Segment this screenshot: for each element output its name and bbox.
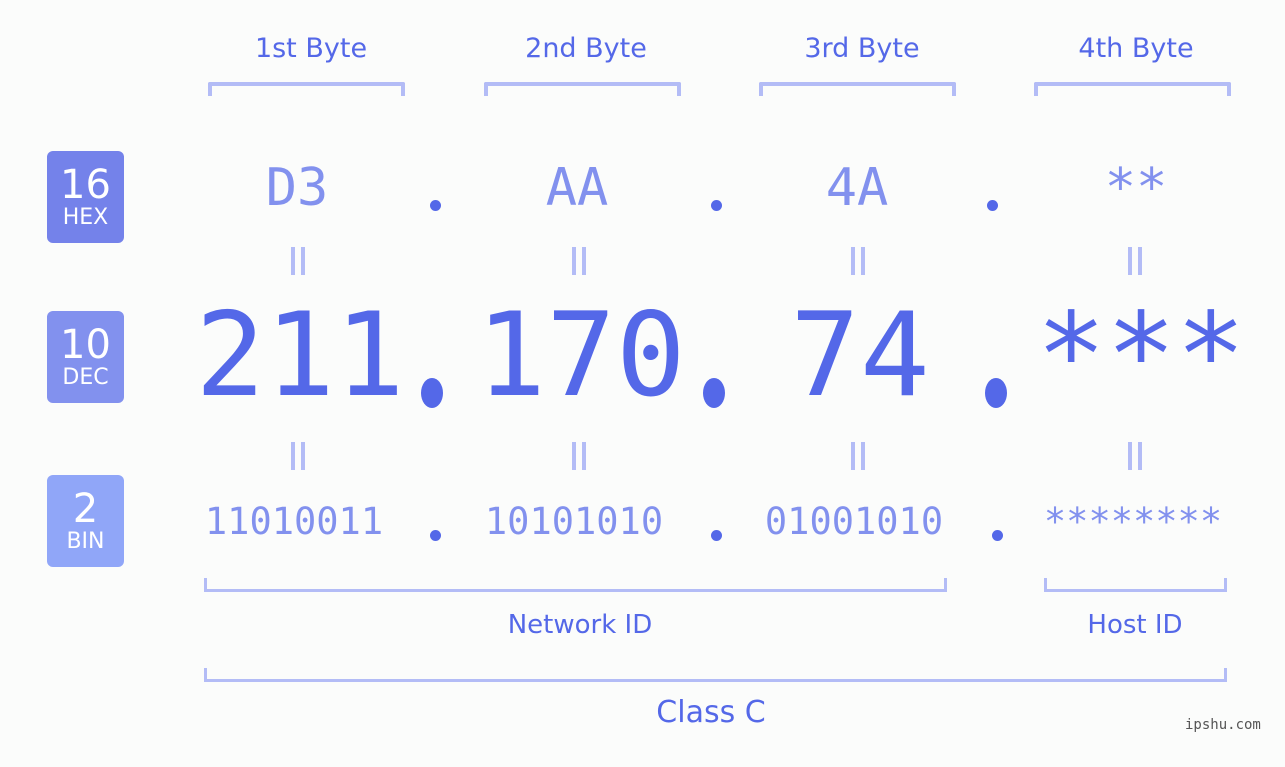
equals-sign	[291, 442, 305, 470]
equals-sign	[572, 442, 586, 470]
hex-separator-dot	[987, 200, 998, 211]
host-id-label: Host ID	[1087, 610, 1183, 640]
bin-badge-number: 2	[72, 486, 99, 532]
hex-separator-dot	[430, 200, 441, 211]
dec-separator-dot	[703, 378, 725, 408]
class-bracket	[204, 668, 1227, 682]
byte-header-2: 2nd Byte	[525, 33, 647, 64]
dec-byte-1: 211	[195, 288, 405, 423]
equals-sign	[1128, 247, 1142, 275]
bin-badge: 2 BIN	[47, 475, 124, 567]
bin-byte-1: 11010011	[204, 500, 384, 543]
dec-separator-dot	[985, 378, 1007, 408]
bin-badge-label: BIN	[66, 529, 105, 554]
hex-byte-2: AA	[545, 158, 609, 218]
network-id-bracket	[204, 578, 947, 592]
byte-header-3: 3rd Byte	[804, 33, 920, 64]
byte-header-4: 4th Byte	[1078, 33, 1194, 64]
dec-badge-label: DEC	[62, 365, 109, 390]
equals-sign	[291, 247, 305, 275]
bin-byte-3: 01001010	[764, 500, 944, 543]
watermark: ipshu.com	[1185, 717, 1261, 733]
dec-separator-dot	[421, 378, 443, 408]
hex-badge: 16 HEX	[47, 151, 124, 243]
bin-separator-dot	[711, 530, 722, 541]
host-id-bracket	[1044, 578, 1227, 592]
dec-byte-3: 74	[790, 288, 930, 423]
hex-byte-4: **	[1104, 158, 1168, 218]
byte-bracket-3	[759, 82, 956, 96]
dec-byte-2: 170	[476, 288, 686, 423]
bin-separator-dot	[430, 530, 441, 541]
hex-byte-3: 4A	[825, 158, 889, 218]
dec-badge-number: 10	[60, 322, 111, 368]
equals-sign	[851, 442, 865, 470]
bin-byte-2: 10101010	[484, 500, 664, 543]
equals-sign	[572, 247, 586, 275]
dec-byte-4: ***	[1036, 288, 1246, 423]
class-label: Class C	[656, 695, 766, 730]
equals-sign	[851, 247, 865, 275]
hex-separator-dot	[711, 200, 722, 211]
bin-separator-dot	[992, 530, 1003, 541]
byte-bracket-2	[484, 82, 681, 96]
dec-badge: 10 DEC	[47, 311, 124, 403]
equals-sign	[1128, 442, 1142, 470]
byte-header-1: 1st Byte	[254, 33, 368, 64]
byte-bracket-1	[208, 82, 405, 96]
byte-bracket-4	[1034, 82, 1231, 96]
hex-badge-number: 16	[60, 162, 111, 208]
hex-badge-label: HEX	[62, 205, 109, 230]
hex-byte-1: D3	[265, 158, 329, 218]
bin-byte-4: ********	[1043, 500, 1223, 543]
network-id-label: Network ID	[507, 610, 653, 640]
